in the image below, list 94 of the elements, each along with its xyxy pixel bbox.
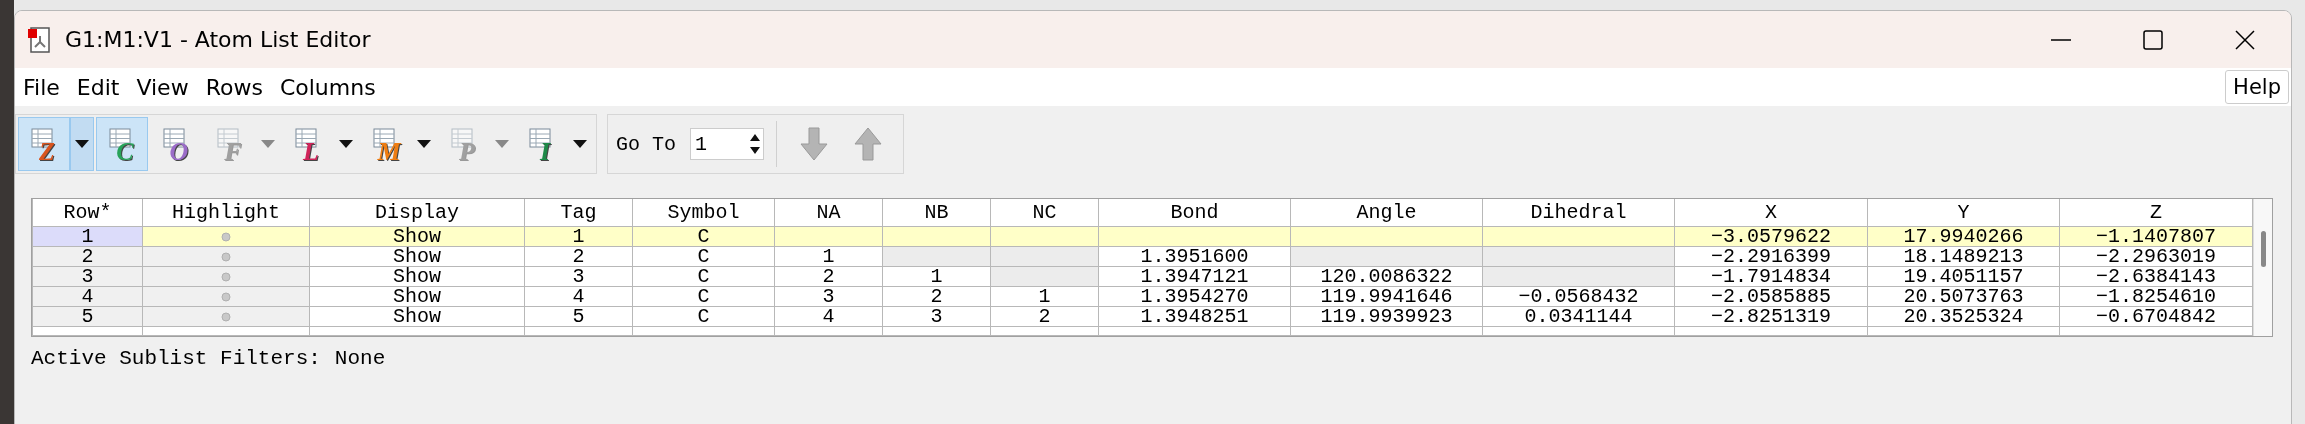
caret-icon xyxy=(261,140,275,148)
table-cell: Show xyxy=(309,306,525,327)
table-cell: −0.6704842 xyxy=(2059,306,2253,327)
column-header[interactable]: NA xyxy=(774,199,883,227)
table-cell: 2 xyxy=(524,246,633,267)
goto-spinbox[interactable]: 1 xyxy=(690,128,764,160)
table-cell: 0.0341144 xyxy=(1482,306,1675,327)
window-title: G1:M1:V1 - Atom List Editor xyxy=(65,27,371,52)
table-cell: 3 xyxy=(774,286,883,307)
minimize-icon xyxy=(2051,38,2071,41)
caret-icon xyxy=(417,140,431,148)
filter-value: None xyxy=(334,347,386,370)
dot-icon xyxy=(221,292,231,302)
column-header[interactable]: NC xyxy=(990,199,1099,227)
table-cell: 1 xyxy=(990,286,1099,307)
toolbar-button[interactable]: L xyxy=(282,117,334,171)
caret-icon xyxy=(339,140,353,148)
row-number[interactable]: 4 xyxy=(32,286,143,307)
table-cell: C xyxy=(632,306,775,327)
table-cell: C xyxy=(632,246,775,267)
row-number[interactable]: 2 xyxy=(32,246,143,267)
toolbar-button[interactable]: I xyxy=(516,117,568,171)
table-cell: 20.5073763 xyxy=(1867,286,2060,307)
column-header[interactable]: X xyxy=(1674,199,1868,227)
table-cell: 119.9941646 xyxy=(1290,286,1483,307)
table-cell: 19.4051157 xyxy=(1867,266,2060,287)
table-cell: 2 xyxy=(774,266,883,287)
table-cell: 4 xyxy=(774,306,883,327)
table-cell: C xyxy=(632,286,775,307)
table-cell: −1.7914834 xyxy=(1674,266,1868,287)
document-icon xyxy=(27,25,53,54)
goto-label: Go To xyxy=(616,132,676,156)
table-cell: −2.6384143 xyxy=(2059,266,2253,287)
dropdown-button[interactable] xyxy=(70,117,94,171)
column-header[interactable]: Angle xyxy=(1290,199,1483,227)
table-cell: 3 xyxy=(524,266,633,287)
up-arrow-icon xyxy=(854,127,882,161)
scrollbar-thumb[interactable] xyxy=(2261,231,2266,267)
table-cell: 2 xyxy=(882,286,991,307)
table-cell: 3 xyxy=(882,306,991,327)
table-cell: 2 xyxy=(990,306,1099,327)
column-header[interactable]: Highlight xyxy=(142,199,310,227)
menu-item[interactable]: View xyxy=(136,74,189,100)
table-cell: 1 xyxy=(774,246,883,267)
down-arrow-icon xyxy=(800,127,828,161)
table-cell: Show xyxy=(309,286,525,307)
menu-item[interactable]: Edit xyxy=(76,74,120,100)
column-header[interactable]: Display xyxy=(309,199,525,227)
row-number[interactable]: 5 xyxy=(32,306,143,327)
column-header[interactable]: NB xyxy=(882,199,991,227)
column-header[interactable]: Row* xyxy=(32,199,143,227)
table-cell: Show xyxy=(309,246,525,267)
table-cell: 120.0086322 xyxy=(1290,266,1483,287)
caret-icon xyxy=(495,140,509,148)
menu-item[interactable]: Columns xyxy=(279,74,376,100)
table-cell: −2.2916399 xyxy=(1674,246,1868,267)
dot-icon xyxy=(221,232,231,242)
scrollbar[interactable] xyxy=(2253,199,2272,336)
table-cell: −1.8254610 xyxy=(2059,286,2253,307)
row-number[interactable]: 3 xyxy=(32,266,143,287)
menu-item[interactable]: Rows xyxy=(205,74,263,100)
table-cell: C xyxy=(632,266,775,287)
filter-label: Active Sublist Filters: xyxy=(31,347,321,370)
table-cell: 1.3947121 xyxy=(1098,266,1291,287)
help-button[interactable]: Help xyxy=(2225,70,2289,104)
table-cell: −2.2963019 xyxy=(2059,246,2253,267)
table-cell: 1 xyxy=(882,266,991,287)
dot-icon xyxy=(221,312,231,322)
table-cell: −0.0568432 xyxy=(1482,286,1675,307)
column-header[interactable]: Bond xyxy=(1098,199,1291,227)
table-cell: 5 xyxy=(524,306,633,327)
table-cell: 1.3948251 xyxy=(1098,306,1291,327)
table-cell: 1.3954270 xyxy=(1098,286,1291,307)
caret-icon xyxy=(75,140,89,148)
column-header[interactable]: Tag xyxy=(524,199,633,227)
close-icon xyxy=(2235,29,2255,50)
table-cell: 4 xyxy=(524,286,633,307)
table-cell: −2.0585885 xyxy=(1674,286,1868,307)
dot-icon xyxy=(221,252,231,262)
column-header[interactable]: Dihedral xyxy=(1482,199,1675,227)
table-cell: −2.8251319 xyxy=(1674,306,1868,327)
caret-icon xyxy=(573,140,587,148)
menu-item[interactable]: File xyxy=(23,74,60,100)
table-cell: Show xyxy=(309,266,525,287)
table-cell: 119.9939923 xyxy=(1290,306,1483,327)
dot-icon xyxy=(221,272,231,282)
column-header[interactable]: Symbol xyxy=(632,199,775,227)
maximize-icon xyxy=(2143,29,2163,50)
row-number[interactable]: 1 xyxy=(32,226,143,247)
column-header[interactable]: Z xyxy=(2059,199,2253,227)
table-cell: 20.3525324 xyxy=(1867,306,2060,327)
column-header[interactable]: Y xyxy=(1867,199,2060,227)
table-cell: 1.3951600 xyxy=(1098,246,1291,267)
table-cell: 18.1489213 xyxy=(1867,246,2060,267)
